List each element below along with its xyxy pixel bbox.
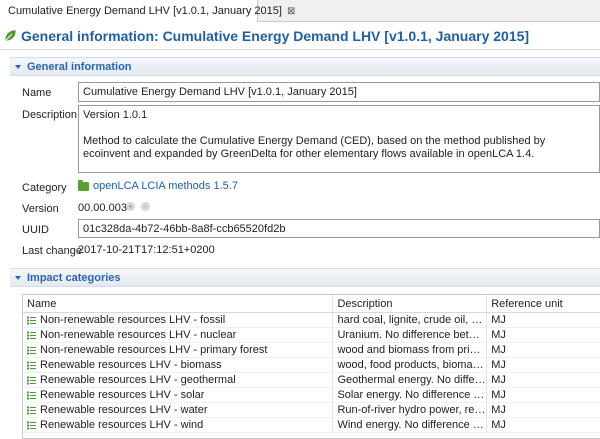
page-title: General information: Cumulative Energy D… — [21, 27, 530, 44]
table-row[interactable]: Renewable resources LHV - wind Wind energ… — [23, 418, 600, 433]
cell-description: Wind energy. No difference between — [333, 418, 488, 432]
editor-tab-bar: Cumulative Energy Demand LHV [v1.0.1, Ja… — [0, 0, 600, 22]
cell-reference-unit: MJ — [491, 329, 506, 341]
cell-description: Solar energy. No difference between — [333, 388, 488, 402]
description-field[interactable]: Version 1.0.1 Method to calculate the Cu… — [78, 105, 600, 173]
cell-name: Renewable resources LHV - water — [23, 403, 334, 417]
description-label: Description — [22, 109, 78, 121]
uuid-field[interactable]: 01c328da-4b72-46bb-8a8f-ccb65520fd2b — [78, 219, 600, 238]
close-icon[interactable]: ⊠ — [287, 6, 295, 17]
table-row[interactable]: Renewable resources LHV - geothermal Geot… — [23, 373, 600, 388]
cell-description: wood, food products, biomass from agricu… — [333, 358, 488, 372]
version-value: 00.00.003 — [78, 202, 127, 214]
section-title: General information — [27, 60, 132, 73]
table-row[interactable]: Non-renewable resources LHV - nuclear Ura… — [23, 328, 600, 343]
table-header: Name Description Reference unit — [23, 295, 600, 313]
table-row[interactable]: Non-renewable resources LHV - fossil hard… — [23, 313, 600, 328]
impact-category-name: Renewable resources LHV - wind — [40, 418, 204, 431]
chevron-down-icon — [15, 64, 21, 69]
general-information-section-header[interactable]: General information — [10, 57, 600, 76]
version-up-icon[interactable]: + — [126, 202, 135, 211]
impact-category-name: Renewable resources LHV - biomass — [40, 358, 222, 371]
cell-name: Renewable resources LHV - solar — [23, 388, 334, 402]
folder-icon — [78, 179, 89, 191]
cell-name: Non-renewable resources LHV - nuclear — [23, 328, 334, 342]
table-row[interactable]: Renewable resources LHV - biomass wood, f… — [23, 358, 600, 373]
category-label: Category — [22, 182, 67, 194]
impact-category-icon — [27, 376, 36, 384]
column-header-name[interactable]: Name — [23, 295, 334, 312]
column-header-description[interactable]: Description — [333, 295, 488, 312]
cell-reference-unit: MJ — [491, 314, 506, 326]
uuid-label: UUID — [22, 224, 49, 236]
cell-description: Geothermal energy. No difference between — [333, 373, 488, 387]
cell-name: Non-renewable resources LHV - fossil — [23, 313, 334, 327]
cell-description: hard coal, lignite, crude oil, natural g… — [333, 313, 488, 327]
impact-category-icon — [27, 421, 36, 429]
cell-name: Renewable resources LHV - geothermal — [23, 373, 334, 387]
impact-category-icon — [27, 361, 36, 369]
impact-category-name: Renewable resources LHV - geothermal — [40, 373, 236, 386]
cell-reference-unit: MJ — [491, 344, 506, 356]
impact-categories-section-header[interactable]: Impact categories — [10, 268, 600, 287]
category-link-text: openLCA LCIA methods 1.5.7 — [93, 180, 238, 192]
impact-categories-table: Name Description Reference unit Non-rene… — [22, 294, 600, 439]
table-row[interactable]: Renewable resources LHV - solar Solar ene… — [23, 388, 600, 403]
last-change-value: 2017-10-21T17:12:51+0200 — [78, 244, 215, 256]
impact-category-name: Non-renewable resources LHV - primary fo… — [40, 343, 268, 356]
impact-category-icon — [27, 346, 36, 354]
cell-description: wood and biomass from primary forests — [333, 343, 488, 357]
chevron-down-icon — [15, 275, 21, 280]
table-row[interactable]: Renewable resources LHV - water Run-of-ri… — [23, 403, 600, 418]
table-row[interactable]: Non-renewable resources LHV - primary fo… — [23, 343, 600, 358]
impact-category-icon — [27, 331, 36, 339]
cell-reference-unit: MJ — [491, 419, 506, 431]
cell-name: Renewable resources LHV - wind — [23, 418, 334, 432]
cell-reference-unit: MJ — [491, 404, 506, 416]
cell-reference-unit: MJ — [491, 359, 506, 371]
impact-category-name: Renewable resources LHV - water — [40, 403, 208, 416]
impact-category-icon — [27, 391, 36, 399]
impact-category-icon — [27, 316, 36, 324]
impact-category-icon — [27, 406, 36, 414]
lcia-method-icon — [4, 30, 16, 42]
section-title: Impact categories — [27, 271, 121, 284]
cell-description: Uranium. No difference between — [333, 328, 488, 342]
cell-name: Non-renewable resources LHV - primary fo… — [23, 343, 334, 357]
name-field[interactable]: Cumulative Energy Demand LHV [v1.0.1, Ja… — [78, 82, 600, 102]
category-link[interactable]: openLCA LCIA methods 1.5.7 — [78, 179, 238, 192]
cell-name: Renewable resources LHV - biomass — [23, 358, 334, 372]
impact-category-name: Renewable resources LHV - solar — [40, 388, 205, 401]
version-down-icon[interactable]: - — [141, 202, 150, 211]
cell-description: Run-of-river hydro power, reservoir hydr… — [333, 403, 488, 417]
impact-category-name: Non-renewable resources LHV - fossil — [40, 313, 226, 326]
editor-header: General information: Cumulative Energy D… — [0, 22, 600, 50]
impact-category-name: Non-renewable resources LHV - nuclear — [40, 328, 237, 341]
cell-reference-unit: MJ — [491, 389, 506, 401]
cell-reference-unit: MJ — [491, 374, 506, 386]
name-label: Name — [22, 87, 52, 99]
tab-title: Cumulative Energy Demand LHV [v1.0.1, Ja… — [8, 5, 282, 17]
last-change-label: Last change — [22, 245, 82, 257]
column-header-reference-unit[interactable]: Reference unit — [487, 295, 600, 312]
version-label: Version — [22, 203, 59, 215]
editor-tab[interactable]: Cumulative Energy Demand LHV [v1.0.1, Ja… — [0, 0, 295, 22]
table-body: Non-renewable resources LHV - fossil hard… — [23, 313, 600, 433]
